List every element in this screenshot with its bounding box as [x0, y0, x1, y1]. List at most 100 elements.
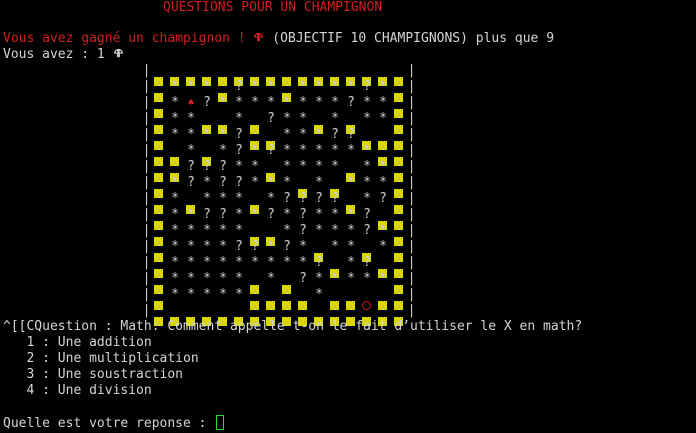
- board-cell-star: *: [379, 239, 387, 254]
- board-cell-star: *: [299, 127, 307, 142]
- board-row: | * * *? * * * * * *? * |: [142, 79, 416, 102]
- board-cell-star: *: [283, 95, 291, 110]
- board-row: | * * * * * * |: [142, 287, 416, 310]
- board-cell-question: ?: [219, 159, 227, 174]
- board-cell-star: *: [219, 239, 227, 254]
- board-cell-question: ?: [363, 79, 371, 94]
- answer-option-3: 3 : Une soustraction: [3, 367, 184, 382]
- board-cell-question: ?: [283, 239, 291, 254]
- board-cell-star: *: [203, 175, 211, 190]
- board-cell-star: *: [235, 287, 243, 302]
- board-cell-star: *: [187, 111, 195, 126]
- board-cell-star: *: [283, 111, 291, 126]
- board-border: |: [142, 239, 151, 254]
- board-row: | *? *?? * * * * * * * |: [142, 175, 416, 198]
- board-border: |: [142, 223, 151, 238]
- board-row: | * * * * * *? * * *? * |: [142, 223, 416, 246]
- board-cell-star: *: [283, 127, 291, 142]
- board-cell-star: *: [171, 271, 179, 286]
- board-cell-star: *: [315, 79, 323, 94]
- board-cell-star: *: [171, 175, 179, 190]
- board-cell-question: ?: [363, 255, 371, 270]
- answer-option-1: 1 : Une addition: [3, 335, 152, 350]
- board-cell-star: *: [235, 111, 243, 126]
- text-cursor[interactable]: [216, 415, 225, 430]
- board-cell-question: ?: [187, 159, 195, 174]
- board-cell-star: *: [347, 255, 355, 270]
- board-cell-star: *: [171, 127, 179, 142]
- board-cell-star: *: [379, 95, 387, 110]
- answer-prompt[interactable]: Quelle est votre reponse :: [3, 415, 225, 432]
- board-cell-star: *: [203, 79, 211, 94]
- board-cell-star: *: [251, 207, 259, 222]
- board-cell-star: *: [315, 95, 323, 110]
- board-cell-question: ?: [251, 239, 259, 254]
- mushroom-icon: [254, 32, 264, 42]
- board-cell-star: *: [347, 271, 355, 286]
- board-row: | * ♠? * * * * * * * *? * * |: [142, 95, 416, 118]
- board-cell-star: *: [203, 239, 211, 254]
- board-border: |: [142, 175, 151, 190]
- board-cell-star: *: [235, 159, 243, 174]
- board-cell-star: *: [379, 159, 387, 174]
- board-cell-star: *: [331, 111, 339, 126]
- board-border: |: [142, 255, 151, 270]
- board-cell-question: ?: [187, 175, 195, 190]
- board-border: |: [407, 271, 416, 286]
- board-cell-star: *: [203, 223, 211, 238]
- board-cell-question: ?: [315, 255, 323, 270]
- board-cell-question: ?: [267, 143, 275, 158]
- board-cell-question: ?: [267, 207, 275, 222]
- board-cell-question: ?: [315, 191, 323, 206]
- board-cell-star: *: [219, 127, 227, 142]
- board-cell-star: *: [347, 175, 355, 190]
- board-cell-star: *: [363, 111, 371, 126]
- board-cell-star: *: [171, 191, 179, 206]
- board-cell-star: *: [267, 191, 275, 206]
- board-cell-star: *: [235, 95, 243, 110]
- board-border: |: [142, 143, 151, 158]
- board-cell-star: *: [347, 143, 355, 158]
- board-cell-star: *: [187, 271, 195, 286]
- board-cell-star: *: [379, 271, 387, 286]
- board-cell-star: *: [331, 159, 339, 174]
- board-cell-star: *: [171, 79, 179, 94]
- board-cell-star: *: [363, 191, 371, 206]
- board-cell-star: *: [267, 79, 275, 94]
- board-row: | * * * * * * * * *? *? |: [142, 255, 416, 278]
- board-border: |: [407, 207, 416, 222]
- board-cell-star: *: [315, 223, 323, 238]
- board-cell-star: *: [363, 159, 371, 174]
- board-cell-question: ?: [347, 95, 355, 110]
- board-cell-star: *: [235, 223, 243, 238]
- board-row: | * * * * * *? * * * * * |: [142, 271, 416, 294]
- board-cell-question: ?: [283, 191, 291, 206]
- board-cell-star: *: [267, 95, 275, 110]
- board-cell-star: *: [315, 175, 323, 190]
- answer-prompt-label: Quelle est votre reponse :: [3, 416, 215, 431]
- board-border: |: [407, 287, 416, 302]
- board-border: |: [407, 303, 416, 318]
- mushroom-count: Vous avez : 1: [3, 47, 113, 62]
- board-border: |: [407, 127, 416, 142]
- win-status-line: Vous avez gagné un champignon ! (OBJECTI…: [3, 31, 554, 47]
- board-cell-question: ?: [235, 127, 243, 142]
- board-row: | * *?? * *? *? * * *? |: [142, 207, 416, 230]
- board-cell-star: *: [251, 95, 259, 110]
- board-cell-star: *: [315, 127, 323, 142]
- board-cell-star: *: [379, 223, 387, 238]
- board-border: |: [407, 95, 416, 110]
- board-cell-star: *: [331, 207, 339, 222]
- board-cell-star: *: [251, 175, 259, 190]
- board-cell-star: *: [219, 143, 227, 158]
- board-cell-star: *: [283, 159, 291, 174]
- board-border: |: [142, 287, 151, 302]
- board-border: |: [142, 79, 151, 94]
- board-cell-star: *: [315, 287, 323, 302]
- board-row: | * * * *? * * *?? |: [142, 127, 416, 150]
- board-cell-star: *: [203, 255, 211, 270]
- board-row: | |: [142, 63, 416, 86]
- board-cell-star: *: [331, 271, 339, 286]
- game-board: | | | * * *? * * * * * *? * | | * ♠? * * * * * * * *? * * | | * * *? * * *…: [142, 63, 416, 326]
- board-cell-star: *: [251, 159, 259, 174]
